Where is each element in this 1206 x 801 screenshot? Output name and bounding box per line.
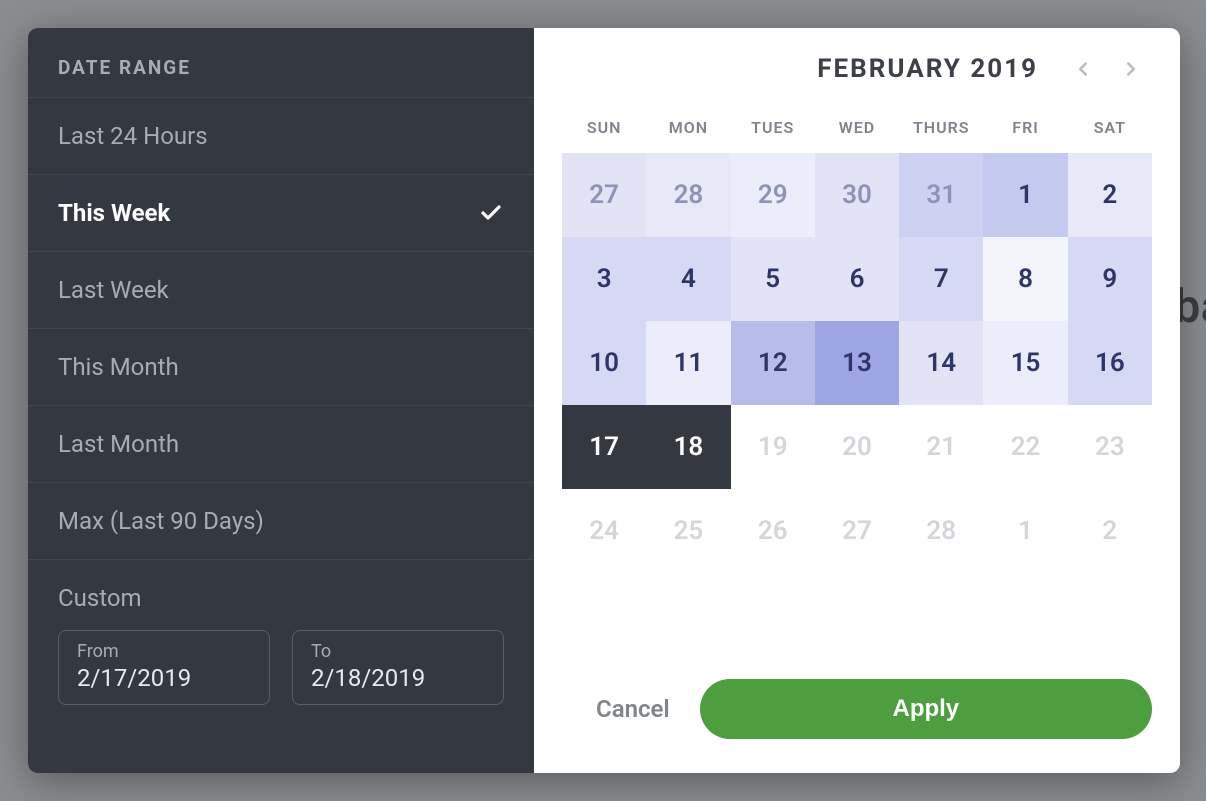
calendar-day: 1 bbox=[983, 489, 1067, 573]
range-item[interactable]: This Month bbox=[28, 329, 534, 406]
date-range-header: DATE RANGE bbox=[28, 28, 534, 97]
calendar-day[interactable]: 30 bbox=[815, 153, 899, 237]
dow-label: SAT bbox=[1068, 118, 1152, 137]
to-date-label: To bbox=[311, 641, 485, 662]
to-date-value: 2/18/2019 bbox=[311, 664, 485, 692]
calendar-day[interactable]: 9 bbox=[1068, 237, 1152, 321]
calendar-day: 23 bbox=[1068, 405, 1152, 489]
calendar-header: FEBRUARY 2019 bbox=[562, 54, 1152, 84]
calendar-day[interactable]: 15 bbox=[983, 321, 1067, 405]
dow-label: FRI bbox=[983, 118, 1067, 137]
calendar-day[interactable]: 2 bbox=[1068, 153, 1152, 237]
calendar-day[interactable]: 11 bbox=[646, 321, 730, 405]
calendar-day: 24 bbox=[562, 489, 646, 573]
calendar-day: 27 bbox=[815, 489, 899, 573]
calendar-panel: FEBRUARY 2019 SUNMONTUESWEDTHURSFRISAT 2… bbox=[534, 28, 1180, 773]
range-item-label: Last Month bbox=[58, 430, 179, 458]
from-date-label: From bbox=[77, 641, 251, 662]
calendar-day: 26 bbox=[731, 489, 815, 573]
chevron-right-icon bbox=[1120, 58, 1142, 80]
date-range-sidebar: DATE RANGE Last 24 Hours This Week Last We… bbox=[28, 28, 534, 773]
range-item[interactable]: Max (Last 90 Days) bbox=[28, 483, 534, 560]
range-item-label: Max (Last 90 Days) bbox=[58, 507, 264, 535]
cancel-button[interactable]: Cancel bbox=[586, 683, 680, 735]
chevron-left-icon bbox=[1072, 58, 1094, 80]
calendar-day[interactable]: 7 bbox=[899, 237, 983, 321]
day-of-week-row: SUNMONTUESWEDTHURSFRISAT bbox=[562, 118, 1152, 137]
dow-label: MON bbox=[646, 118, 730, 137]
calendar-day[interactable]: 13 bbox=[815, 321, 899, 405]
range-item[interactable]: Last Month bbox=[28, 406, 534, 483]
range-item[interactable]: Last 24 Hours bbox=[28, 97, 534, 175]
calendar-day[interactable]: 14 bbox=[899, 321, 983, 405]
calendar-day: 25 bbox=[646, 489, 730, 573]
calendar-day[interactable]: 12 bbox=[731, 321, 815, 405]
calendar-day[interactable]: 29 bbox=[731, 153, 815, 237]
from-date-value: 2/17/2019 bbox=[77, 664, 251, 692]
next-month-button[interactable] bbox=[1116, 54, 1146, 84]
calendar-month-title: FEBRUARY 2019 bbox=[817, 54, 1038, 84]
calendar-day: 20 bbox=[815, 405, 899, 489]
custom-range-inputs: From 2/17/2019 To 2/18/2019 bbox=[28, 622, 534, 729]
calendar-day[interactable]: 6 bbox=[815, 237, 899, 321]
calendar-day[interactable]: 3 bbox=[562, 237, 646, 321]
range-item-label: This Month bbox=[58, 353, 179, 381]
calendar-day[interactable]: 4 bbox=[646, 237, 730, 321]
calendar-day[interactable]: 8 bbox=[983, 237, 1067, 321]
calendar-footer: Cancel Apply bbox=[562, 669, 1152, 745]
calendar-day: 28 bbox=[899, 489, 983, 573]
prev-month-button[interactable] bbox=[1068, 54, 1098, 84]
from-date-field[interactable]: From 2/17/2019 bbox=[58, 630, 270, 705]
calendar-day[interactable]: 28 bbox=[646, 153, 730, 237]
range-item[interactable]: This Week bbox=[28, 175, 534, 252]
calendar-day: 2 bbox=[1068, 489, 1152, 573]
date-range-list: Last 24 Hours This Week Last Week This Mont… bbox=[28, 97, 534, 560]
check-icon bbox=[478, 200, 504, 226]
calendar-day[interactable]: 31 bbox=[899, 153, 983, 237]
calendar-day[interactable]: 1 bbox=[983, 153, 1067, 237]
range-item[interactable]: Last Week bbox=[28, 252, 534, 329]
calendar-grid: 2728293031123456789101112131415161718192… bbox=[562, 153, 1152, 573]
dow-label: TUES bbox=[731, 118, 815, 137]
calendar-day[interactable]: 16 bbox=[1068, 321, 1152, 405]
calendar-day: 22 bbox=[983, 405, 1067, 489]
calendar-day[interactable]: 18 bbox=[646, 405, 730, 489]
to-date-field[interactable]: To 2/18/2019 bbox=[292, 630, 504, 705]
calendar-day[interactable]: 17 bbox=[562, 405, 646, 489]
custom-range-label: Custom bbox=[28, 560, 534, 622]
dow-label: WED bbox=[815, 118, 899, 137]
apply-button[interactable]: Apply bbox=[700, 679, 1152, 739]
date-range-modal: DATE RANGE Last 24 Hours This Week Last We… bbox=[28, 28, 1180, 773]
dow-label: THURS bbox=[899, 118, 983, 137]
calendar-day[interactable]: 10 bbox=[562, 321, 646, 405]
range-item-label: Last 24 Hours bbox=[58, 122, 208, 150]
dow-label: SUN bbox=[562, 118, 646, 137]
calendar-day: 19 bbox=[731, 405, 815, 489]
calendar-day[interactable]: 5 bbox=[731, 237, 815, 321]
calendar-day: 21 bbox=[899, 405, 983, 489]
range-item-label: Last Week bbox=[58, 276, 169, 304]
range-item-label: This Week bbox=[58, 199, 170, 227]
calendar-day[interactable]: 27 bbox=[562, 153, 646, 237]
